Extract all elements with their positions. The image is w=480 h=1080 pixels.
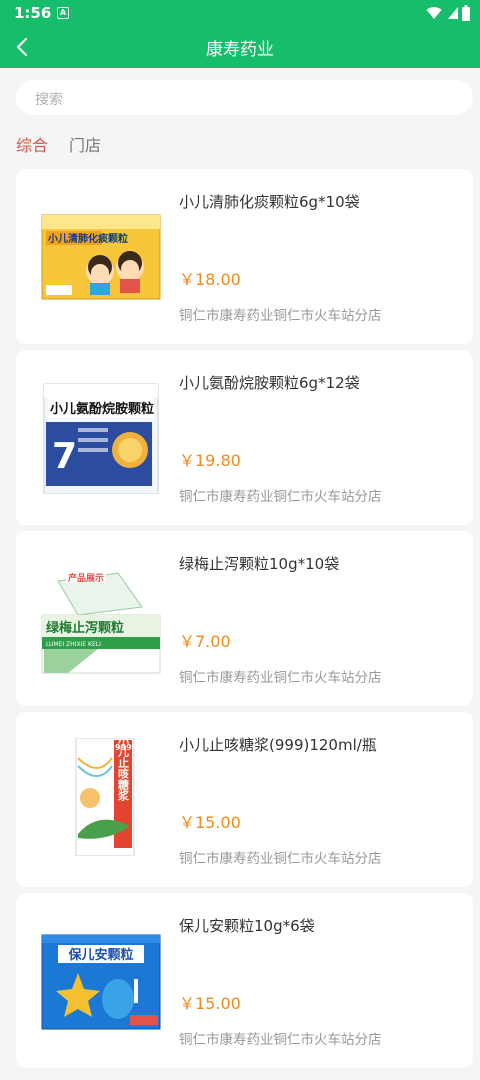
product-image-label: 绿梅止泻颗粒 bbox=[46, 620, 124, 636]
product-price: ￥18.00 bbox=[179, 270, 241, 289]
product-image: 保儿安颗粒 bbox=[41, 934, 161, 1030]
product-image-badge: 产品展示 bbox=[68, 572, 104, 584]
product-image: 产品展示 绿梅止泻颗粒 LUMEI ZHIXIE KELI bbox=[41, 571, 161, 674]
product-image-number: 7 bbox=[52, 436, 77, 477]
tab-comprehensive[interactable]: 综合 bbox=[16, 132, 48, 156]
product-image: 小儿清肺化痰颗粒 bbox=[41, 214, 161, 300]
product-name: 小儿止咳糖浆(999)120ml/瓶 bbox=[179, 736, 377, 754]
product-name: 小儿氨酚烷胺颗粒6g*12袋 bbox=[179, 374, 360, 392]
product-card[interactable]: 小儿氨酚烷胺颗粒 7 小儿氨酚烷胺颗粒6g*12袋 ￥19.80 铜仁市康寿药业… bbox=[16, 350, 473, 525]
battery-icon bbox=[462, 5, 470, 21]
product-card[interactable]: 产品展示 绿梅止泻颗粒 LUMEI ZHIXIE KELI 绿梅止泻颗粒10g*… bbox=[16, 531, 473, 706]
product-card[interactable]: 小儿清肺化痰颗粒 小儿清肺化痰颗粒6g*10袋 ￥18.00 铜仁市康寿药业铜仁… bbox=[16, 169, 473, 344]
product-price: ￥15.00 bbox=[179, 813, 241, 832]
product-image-label: 小儿氨酚烷胺颗粒 bbox=[50, 401, 154, 417]
product-price: ￥15.00 bbox=[179, 994, 241, 1013]
product-store: 铜仁市康寿药业铜仁市火车站分店 bbox=[179, 670, 382, 686]
product-image-label: 小儿止咳糖浆 bbox=[117, 738, 131, 802]
page-title: 康寿药业 bbox=[206, 40, 274, 60]
product-store: 铜仁市康寿药业铜仁市火车站分店 bbox=[179, 1032, 382, 1048]
tab-stores[interactable]: 门店 bbox=[69, 132, 101, 156]
product-image: 999 小儿止咳糖浆 bbox=[75, 738, 135, 856]
search-placeholder: 搜索 bbox=[35, 92, 63, 108]
wifi-icon bbox=[426, 7, 442, 20]
product-card[interactable]: 保儿安颗粒 保儿安颗粒10g*6袋 ￥15.00 铜仁市康寿药业铜仁市火车站分店 bbox=[16, 893, 473, 1068]
product-store: 铜仁市康寿药业铜仁市火车站分店 bbox=[179, 308, 382, 324]
status-bar: 1:56 A bbox=[0, 0, 480, 26]
product-image-label: 保儿安颗粒 bbox=[67, 947, 133, 963]
product-price: ￥7.00 bbox=[179, 632, 231, 651]
product-card[interactable]: 999 小儿止咳糖浆 小儿止咳糖浆(999)120ml/瓶 ￥15.00 铜仁市… bbox=[16, 712, 473, 887]
status-time: 1:56 bbox=[14, 4, 52, 22]
product-image: 小儿氨酚烷胺颗粒 7 bbox=[43, 383, 159, 494]
product-name: 保儿安颗粒10g*6袋 bbox=[179, 917, 315, 935]
product-store: 铜仁市康寿药业铜仁市火车站分店 bbox=[179, 851, 382, 867]
product-image-pinyin: LUMEI ZHIXIE KELI bbox=[46, 641, 101, 648]
search-input[interactable]: 搜索 bbox=[16, 80, 473, 115]
product-image-label: 小儿清肺化痰颗粒 bbox=[47, 232, 128, 245]
notification-icon: A bbox=[57, 7, 69, 19]
product-store: 铜仁市康寿药业铜仁市火车站分店 bbox=[179, 489, 382, 505]
signal-icon bbox=[448, 7, 458, 19]
product-name: 小儿清肺化痰颗粒6g*10袋 bbox=[179, 193, 360, 211]
product-name: 绿梅止泻颗粒10g*10袋 bbox=[179, 555, 340, 573]
product-price: ￥19.80 bbox=[179, 451, 241, 470]
app-bar: 康寿药业 bbox=[0, 26, 480, 68]
